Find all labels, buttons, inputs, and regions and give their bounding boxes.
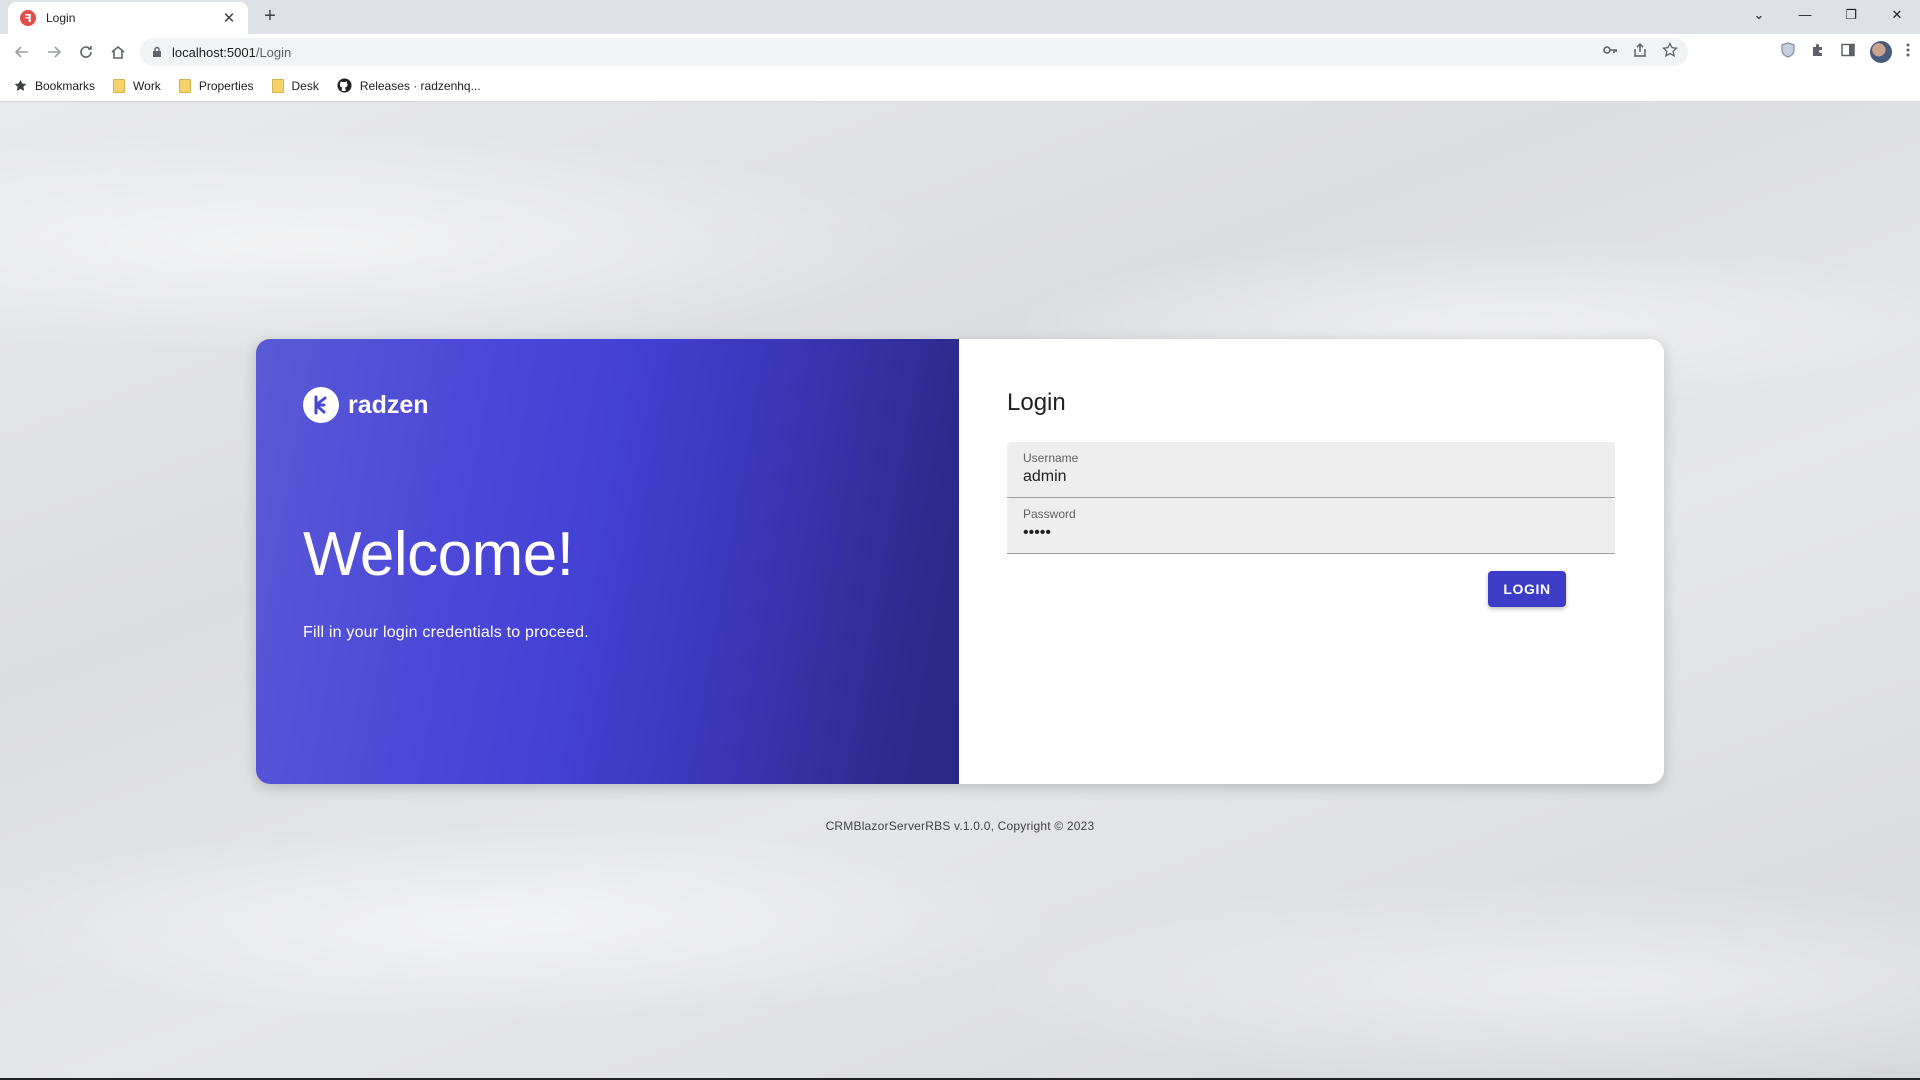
- page-background: radzen Welcome! Fill in your login crede…: [0, 103, 1920, 1078]
- back-button[interactable]: [8, 38, 36, 66]
- forward-arrow-icon: [48, 46, 62, 58]
- bookmark-label: Releases · radzenhq...: [359, 78, 481, 93]
- bookmark-label: Desk: [291, 78, 319, 93]
- username-input[interactable]: [1023, 468, 1593, 486]
- folder-icon: [271, 78, 284, 93]
- forward-button[interactable]: [40, 38, 68, 66]
- bookmark-label: Work: [133, 78, 161, 93]
- welcome-heading: Welcome!: [303, 520, 574, 589]
- folder-icon: [113, 78, 126, 93]
- star-icon: [14, 79, 27, 92]
- copyright-footer: CRMBlazorServerRBS v.1.0.0, Copyright © …: [825, 819, 1095, 833]
- bookmark-item[interactable]: Properties: [178, 78, 254, 93]
- login-title: Login: [1007, 389, 1066, 416]
- url-text: localhost:5001/Login: [172, 45, 291, 60]
- brand-name: radzen: [348, 390, 429, 419]
- browser-tab[interactable]: ꟻ Login ✕: [8, 2, 248, 34]
- minimize-button[interactable]: —: [1782, 0, 1828, 30]
- welcome-panel: radzen Welcome! Fill in your login crede…: [256, 339, 959, 784]
- welcome-subtext: Fill in your login credentials to procee…: [303, 624, 589, 641]
- browser-toolbar: localhost:5001/Login: [0, 34, 1920, 70]
- close-window-button[interactable]: ✕: [1874, 0, 1920, 30]
- radzen-logo-icon: [303, 387, 339, 423]
- password-input[interactable]: [1023, 524, 1593, 542]
- bookmark-label: Bookmarks: [35, 78, 96, 93]
- github-icon: [337, 78, 352, 93]
- tab-search-icon[interactable]: ⌄: [1736, 0, 1782, 30]
- login-card: radzen Welcome! Fill in your login crede…: [256, 339, 1664, 784]
- radzen-favicon-icon: ꟻ: [20, 10, 36, 26]
- address-bar[interactable]: localhost:5001/Login: [140, 38, 1688, 66]
- bookmarks-bar: Bookmarks Work Properties Desk Releases …: [0, 70, 1920, 102]
- menu-kebab-icon[interactable]: [1906, 42, 1910, 63]
- password-field[interactable]: Password: [1007, 498, 1615, 554]
- bookmark-item[interactable]: Work: [113, 78, 161, 93]
- back-arrow-icon: [14, 46, 28, 58]
- key-icon[interactable]: [1602, 42, 1618, 63]
- url-host: localhost:5001: [172, 44, 256, 60]
- login-button[interactable]: LOGIN: [1488, 571, 1566, 607]
- password-label: Password: [1023, 507, 1076, 521]
- side-panel-icon[interactable]: [1840, 42, 1856, 63]
- home-icon: [111, 45, 125, 59]
- shield-extension-icon[interactable]: [1780, 41, 1796, 63]
- radzen-logo: radzen: [303, 387, 429, 423]
- url-path: /Login: [255, 44, 292, 60]
- browser-titlebar: ꟻ Login ✕ + ⌄ — ❐ ✕: [0, 0, 1920, 34]
- reload-icon: [80, 46, 92, 58]
- home-button[interactable]: [104, 38, 132, 66]
- restore-button[interactable]: ❐: [1828, 0, 1874, 30]
- bookmark-item[interactable]: Desk: [271, 78, 319, 93]
- reload-button[interactable]: [72, 38, 100, 66]
- bookmark-star-icon[interactable]: [1662, 41, 1678, 63]
- tab-title: Login: [46, 11, 76, 25]
- profile-avatar[interactable]: [1870, 41, 1892, 63]
- username-field[interactable]: Username: [1007, 442, 1615, 498]
- folder-icon: [178, 78, 191, 93]
- bookmark-item[interactable]: Releases · radzenhq...: [337, 78, 481, 93]
- new-tab-button[interactable]: +: [258, 4, 282, 28]
- share-icon[interactable]: [1632, 42, 1648, 63]
- login-form: Login Username Password LOGIN: [959, 339, 1664, 784]
- extensions-puzzle-icon[interactable]: [1810, 42, 1826, 63]
- bookmark-label: Properties: [198, 78, 254, 93]
- tab-close-icon[interactable]: ✕: [220, 9, 238, 27]
- username-label: Username: [1023, 451, 1079, 465]
- lock-icon: [153, 46, 161, 57]
- bookmark-item[interactable]: Bookmarks: [14, 79, 95, 93]
